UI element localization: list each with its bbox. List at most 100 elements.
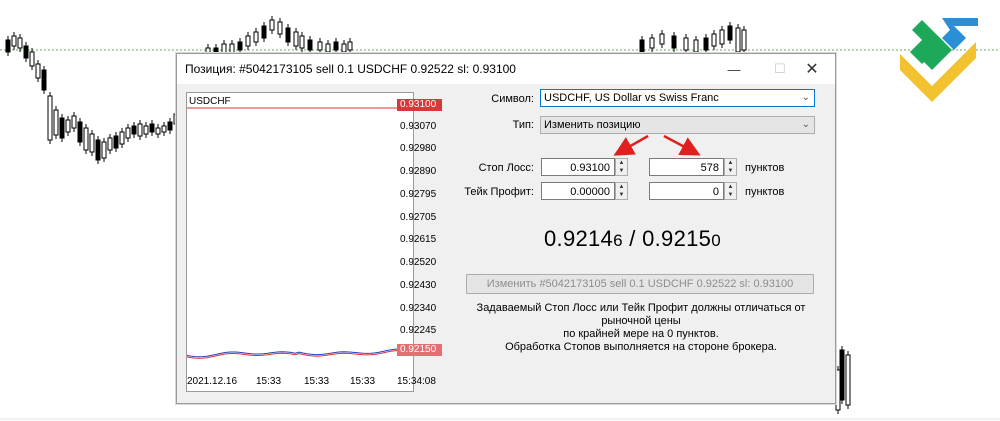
- time-axis-label: 2021.12.16: [187, 376, 238, 387]
- brand-logo: [900, 18, 978, 102]
- caret-down-icon: ▼: [618, 192, 625, 198]
- take-profit-points-stepper[interactable]: ▲ ▼: [724, 182, 737, 200]
- position-mini-chart: USDCHF: [186, 92, 414, 392]
- candle-body: [277, 21, 283, 35]
- candle-body: [77, 121, 83, 143]
- candle-body: [101, 141, 107, 159]
- candle-body: [719, 29, 725, 45]
- chevron-down-icon: ⌄: [801, 92, 810, 103]
- candle-body: [65, 119, 71, 133]
- candle-body: [23, 45, 29, 59]
- price-axis-label: 0.92340: [400, 302, 437, 314]
- candle-body: [167, 121, 173, 131]
- dialog-title-bar[interactable]: Позиция: #5042173105 sell 0.1 USDCHF 0.9…: [177, 54, 835, 84]
- time-axis-label: 15:33: [350, 376, 376, 387]
- candle-body: [89, 133, 95, 153]
- candle-body: [659, 33, 665, 45]
- stop-loss-points-input[interactable]: 578: [649, 158, 724, 176]
- price-axis-label: 0.92980: [400, 143, 437, 155]
- caret-up-icon: ▲: [618, 184, 625, 190]
- candle-body: [95, 139, 101, 161]
- candle-body: [683, 37, 689, 51]
- ask-pipette: 0: [711, 231, 721, 250]
- caret-up-icon: ▲: [727, 184, 734, 190]
- candle-body: [237, 41, 243, 51]
- candle-body: [29, 51, 35, 67]
- take-profit-points-input[interactable]: 0: [649, 182, 724, 200]
- quote-separator: /: [622, 226, 643, 251]
- note-line-1: Задаваемый Стоп Лосс или Тейк Профит дол…: [476, 302, 806, 327]
- candle-body: [845, 354, 851, 406]
- candle-body: [143, 125, 149, 135]
- price-axis-label: 0.92705: [400, 211, 437, 223]
- candle-body: [17, 37, 23, 49]
- time-axis-label: 15:33: [304, 376, 330, 387]
- candle-body: [693, 39, 699, 53]
- take-profit-price-stepper[interactable]: ▲ ▼: [615, 182, 628, 200]
- type-label: Тип:: [512, 119, 534, 131]
- time-axis-label: 15:33: [256, 376, 282, 387]
- symbol-select-value: USDCHF, US Dollar vs Swiss Franc: [544, 92, 719, 104]
- candle-body: [285, 27, 291, 43]
- candle-body: [325, 43, 331, 53]
- caret-down-icon: ▼: [727, 168, 734, 174]
- price-axis-label: 0.92520: [400, 257, 437, 269]
- candle-body: [5, 39, 11, 53]
- stop-loss-points-unit: пунктов: [745, 162, 785, 174]
- candle-body: [735, 27, 741, 53]
- candle-body: [137, 123, 143, 137]
- candle-body: [727, 25, 733, 41]
- candle-body: [703, 37, 709, 51]
- candle-body: [35, 63, 41, 79]
- candle-body: [639, 39, 645, 53]
- candle-body: [107, 137, 113, 151]
- price-axis-label: 0.92430: [400, 279, 437, 291]
- caret-up-icon: ▲: [618, 160, 625, 166]
- candle-body: [155, 127, 161, 135]
- candle-body: [671, 35, 677, 49]
- symbol-select[interactable]: USDCHF, US Dollar vs Swiss Franc ⌄: [540, 89, 815, 107]
- take-profit-price-input[interactable]: 0.00000: [541, 182, 615, 200]
- candle-body: [299, 35, 305, 49]
- candle-body: [125, 127, 131, 139]
- take-profit-label: Тейк Профит:: [464, 186, 534, 198]
- modify-position-button[interactable]: Изменить #5042173105 sell 0.1 USDCHF 0.9…: [466, 274, 814, 294]
- candle-body: [649, 37, 655, 49]
- chevron-down-icon: ⌄: [801, 119, 810, 130]
- caret-up-icon: ▲: [727, 160, 734, 166]
- time-axis-label: 15:34:08: [397, 376, 436, 387]
- candle-body: [161, 125, 167, 133]
- arrow-to-stop-loss-price-icon: [613, 134, 649, 156]
- close-button[interactable]: ✕: [789, 54, 835, 84]
- take-profit-points-unit: пунктов: [745, 186, 785, 198]
- dialog-title: Позиция: #5042173105 sell 0.1 USDCHF 0.9…: [185, 62, 516, 76]
- bid-ask-quote: 0.92146 / 0.92150: [544, 226, 721, 252]
- candle-body: [261, 25, 267, 39]
- bid-price-line: [187, 349, 408, 359]
- price-axis-label: 0.93070: [400, 120, 437, 132]
- candle-body: [317, 41, 323, 51]
- symbol-label: Символ:: [491, 93, 534, 105]
- sl-price-tag: 0.93100: [397, 99, 442, 111]
- candle-body: [131, 125, 137, 135]
- mini-chart-symbol: USDCHF: [189, 96, 231, 107]
- minimize-button[interactable]: ―: [711, 54, 757, 84]
- candle-body: [307, 39, 313, 51]
- candle-body: [119, 131, 125, 145]
- candle-body: [53, 109, 59, 136]
- note-line-3: Обработка Стопов выполняется на стороне …: [505, 341, 777, 353]
- price-axis-label: 0.92795: [400, 188, 437, 200]
- candle-body: [253, 31, 259, 43]
- candle-body: [293, 31, 299, 47]
- candle-body: [835, 369, 841, 411]
- caret-down-icon: ▼: [618, 168, 625, 174]
- arrow-to-stop-loss-points-icon: [663, 134, 701, 156]
- stop-loss-points-stepper[interactable]: ▲ ▼: [724, 158, 737, 176]
- candle-body: [47, 95, 53, 141]
- price-axis-label: 0.92615: [400, 234, 437, 246]
- ask-main: 0.9215: [642, 226, 712, 251]
- candle-body: [245, 35, 251, 47]
- stop-loss-price-stepper[interactable]: ▲ ▼: [615, 158, 628, 176]
- bid-pipette: 6: [613, 231, 623, 250]
- stop-loss-price-input[interactable]: 0.93100: [541, 158, 615, 176]
